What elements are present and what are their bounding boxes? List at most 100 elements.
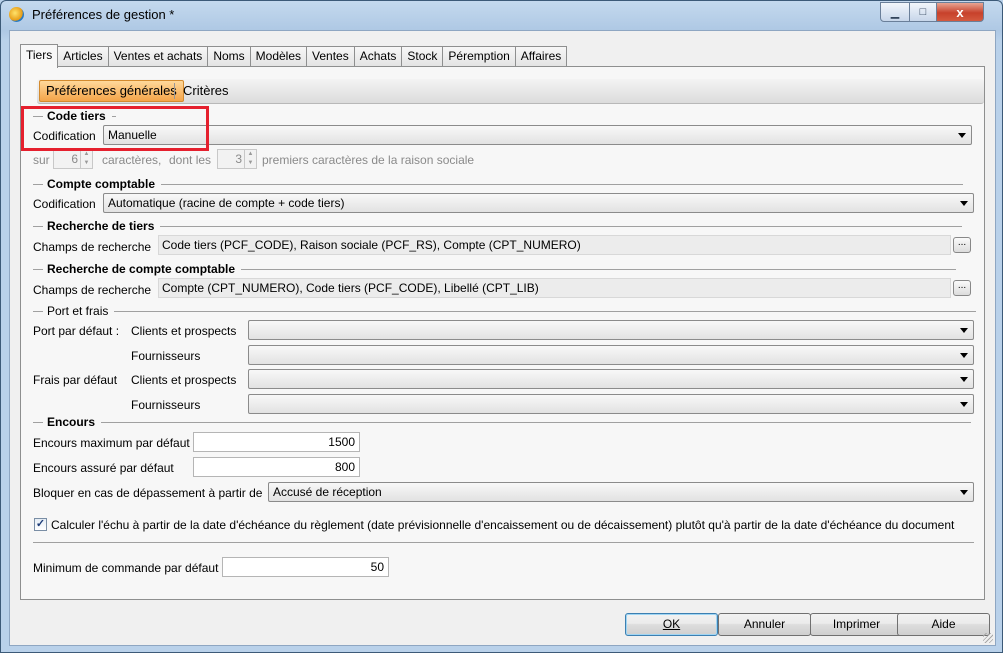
tab-label: Tiers <box>26 48 53 62</box>
tab-stock[interactable]: Stock <box>401 46 444 67</box>
spin-arrows-icon: ▲ ▼ <box>244 150 256 168</box>
chevron-down-icon <box>958 133 966 138</box>
field-value: Code tiers (PCF_CODE), Raison sociale (P… <box>162 238 581 252</box>
tab-affaires[interactable]: Affaires <box>514 46 568 67</box>
premiers-caracteres-label: premiers caractères de la raison sociale <box>262 153 475 167</box>
title-bar[interactable]: Préférences de gestion * ▁ □ x <box>1 1 1002 27</box>
subtab-preferences-generales[interactable]: Préférences générales <box>39 80 184 102</box>
echu-checkbox[interactable]: ✓ <box>34 518 47 531</box>
tab-label: Ventes et achats <box>113 49 203 63</box>
recherche-compte-browse-button[interactable]: ... <box>953 280 971 296</box>
section-title: Encours <box>47 415 96 429</box>
tab-label: Ventes <box>312 49 349 63</box>
tab-label: Péremption <box>448 49 510 63</box>
ok-button[interactable]: OK <box>625 613 718 636</box>
sur-stepper[interactable]: 6 ▲ ▼ <box>53 149 93 169</box>
tiers-tab-panel: Préférences générales Critères Code tier… <box>20 66 985 600</box>
resize-grip-icon[interactable] <box>983 633 993 643</box>
subtab-criteres[interactable]: Critères <box>177 81 235 101</box>
section-title: Compte comptable <box>47 177 156 191</box>
minimum-commande-label: Minimum de commande par défaut <box>33 561 219 575</box>
port-clients-select[interactable] <box>248 320 974 340</box>
frais-clients-select[interactable] <box>248 369 974 389</box>
maximize-icon: □ <box>919 6 927 18</box>
section-rule <box>241 268 957 270</box>
section-dash <box>33 183 43 185</box>
tab-ventes[interactable]: Ventes <box>306 46 355 67</box>
tab-label: Stock <box>407 49 438 63</box>
close-icon: x <box>956 4 964 20</box>
frais-par-defaut-label: Frais par défaut <box>33 373 118 387</box>
maximize-button[interactable]: □ <box>909 2 937 22</box>
tab-modeles[interactable]: Modèles <box>249 46 308 67</box>
tab-label: Articles <box>63 49 103 63</box>
annuler-button[interactable]: Annuler <box>718 613 811 636</box>
tab-label: Affaires <box>520 49 562 63</box>
bloquer-label: Bloquer en cas de dépassement à partir d… <box>33 486 263 500</box>
port-fournisseurs-select[interactable] <box>248 345 974 365</box>
close-button[interactable]: x <box>936 2 984 22</box>
sub-tab-bar: Préférences générales Critères <box>37 79 984 104</box>
chevron-down-icon <box>960 201 968 206</box>
section-encours: Encours <box>33 415 972 429</box>
frais-fournisseurs-select[interactable] <box>248 394 974 414</box>
recherche-tiers-champs-label: Champs de recherche <box>33 240 152 254</box>
button-label: Annuler <box>743 617 786 631</box>
section-title: Port et frais <box>47 304 109 318</box>
dialog-client-area: Tiers Articles Ventes et achats Noms Mod… <box>9 30 996 646</box>
tab-label: Achats <box>359 49 397 63</box>
minimum-commande-input[interactable]: 50 <box>222 557 389 577</box>
section-title: Recherche de tiers <box>47 219 155 233</box>
encours-max-input[interactable]: 1500 <box>193 432 360 452</box>
tab-achats[interactable]: Achats <box>353 46 403 67</box>
frais-fournisseurs-label: Fournisseurs <box>131 398 201 412</box>
compte-codification-label: Codification <box>33 197 96 211</box>
section-dash <box>33 115 43 117</box>
section-dash <box>33 310 43 312</box>
input-value: 1500 <box>328 435 355 449</box>
dont-les-stepper[interactable]: 3 ▲ ▼ <box>217 149 257 169</box>
encours-assure-input[interactable]: 800 <box>193 457 360 477</box>
compte-codification-select[interactable]: Automatique (racine de compte + code tie… <box>103 193 974 213</box>
stepper-value: 6 <box>71 152 78 166</box>
section-code-tiers: Code tiers <box>33 109 116 123</box>
recherche-tiers-browse-button[interactable]: ... <box>953 237 971 253</box>
preferences-window: Préférences de gestion * ▁ □ x Tiers Art… <box>0 0 1003 653</box>
recherche-compte-champs-label: Champs de recherche <box>33 283 152 297</box>
chevron-down-icon <box>960 490 968 495</box>
tab-tiers[interactable]: Tiers <box>20 44 59 68</box>
section-dash <box>33 421 43 423</box>
code-tiers-codification-select[interactable]: Manuelle <box>103 125 972 145</box>
tab-noms[interactable]: Noms <box>207 46 251 67</box>
minimize-button[interactable]: ▁ <box>880 2 910 22</box>
tab-articles[interactable]: Articles <box>57 46 109 67</box>
section-compte-comptable: Compte comptable <box>33 177 964 191</box>
main-tabs: Tiers Articles Ventes et achats Noms Mod… <box>20 44 568 68</box>
port-par-defaut-label: Port par défaut : <box>33 324 120 338</box>
bloquer-select[interactable]: Accusé de réception <box>268 482 974 502</box>
section-recherche-compte: Recherche de compte comptable <box>33 262 957 276</box>
section-title: Code tiers <box>47 109 106 123</box>
select-value: Automatique (racine de compte + code tie… <box>108 196 345 210</box>
section-title: Recherche de compte comptable <box>47 262 236 276</box>
tab-ventes-et-achats[interactable]: Ventes et achats <box>107 46 209 67</box>
echu-label: Calculer l'échu à partir de la date d'éc… <box>51 518 955 532</box>
dont-les-label: dont les <box>169 153 212 167</box>
input-value: 50 <box>370 560 384 574</box>
chevron-down-icon <box>960 402 968 407</box>
encours-max-label: Encours maximum par défaut <box>33 436 190 450</box>
tab-label: Modèles <box>255 49 302 63</box>
button-label: Imprimer <box>832 617 881 631</box>
sur-label: sur <box>33 153 50 167</box>
section-rule <box>160 225 963 227</box>
section-rule <box>101 421 972 423</box>
tab-label: Noms <box>213 49 245 63</box>
imprimer-button[interactable]: Imprimer <box>810 613 903 636</box>
tab-peremption[interactable]: Péremption <box>442 46 516 67</box>
app-icon <box>9 7 24 22</box>
section-recherche-tiers: Recherche de tiers <box>33 219 963 233</box>
aide-button[interactable]: Aide <box>897 613 990 636</box>
port-clients-label: Clients et prospects <box>131 324 237 338</box>
stepper-value: 3 <box>235 152 242 166</box>
select-value: Accusé de réception <box>273 485 382 499</box>
